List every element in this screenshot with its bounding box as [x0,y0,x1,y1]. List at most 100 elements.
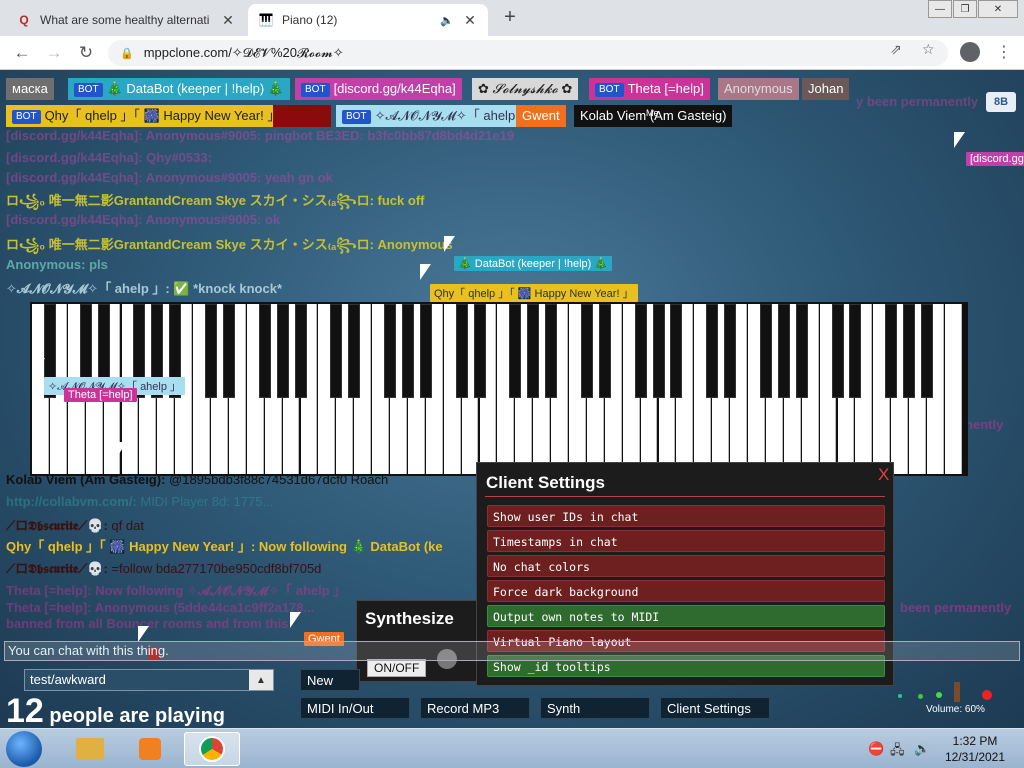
bot-badge: BOT [74,82,103,97]
chat-message: ⟋ロ𝕯𝖇𝖘𝖈𝖚𝖗𝖎𝖙𝖊⟋💀: qf dat [6,518,144,533]
user-chip[interactable]: Anonymous [718,78,799,100]
clock[interactable]: 1:32 PM 12/31/2021 [940,733,1010,765]
piano-black-key[interactable] [258,304,271,398]
piano-black-key[interactable] [276,304,289,398]
user-chip[interactable] [273,105,331,127]
cursor-tag: Qhy「 qhelp 」「 🎆 Happy New Year! 」 [430,284,638,302]
piano-black-key[interactable] [670,304,683,398]
chat-message: Theta [=help]: Now following ✧𝓐𝓝𝓞𝓝𝓨𝓜✧「 a… [6,583,347,598]
record-mp3-button[interactable]: Record MP3 [420,697,530,719]
menu-kebab-icon[interactable]: ⋮ [996,42,1012,62]
setting-timestamps[interactable]: Timestamps in chat [487,530,885,552]
piano-black-key[interactable] [222,304,235,398]
piano-black-key[interactable] [384,304,396,398]
close-window-button[interactable]: ✕ [978,0,1018,18]
back-button[interactable]: ← [10,42,34,64]
client-settings-button[interactable]: Client Settings [660,697,770,719]
piano-black-key[interactable] [205,304,217,398]
user-chip[interactable]: BOT 🎄 DataBot (keeper | !help) 🎄 [68,78,290,100]
tab-piano[interactable]: 🎹 Piano (12) 🔈 ✕ [248,4,488,36]
media-player-icon[interactable] [122,732,178,766]
volume-slider[interactable] [954,682,960,702]
tab-title: Piano (12) [282,13,338,27]
user-chip[interactable]: BOT ✧𝓐𝓝𝓞𝓝𝓨𝓜✧「 ahelp 」 [336,105,538,127]
new-tab-button[interactable]: + [498,6,522,29]
maximize-button[interactable]: ❐ [953,0,977,18]
piano-black-key[interactable] [849,304,862,398]
piano-black-key[interactable] [509,304,522,398]
piano-black-key[interactable] [473,304,486,398]
piano-black-key[interactable] [777,304,790,398]
reload-button[interactable]: ↻ [74,42,98,64]
piano-white-key[interactable] [944,304,962,474]
setting-no-chat-colors[interactable]: No chat colors [487,555,885,577]
piano-black-key[interactable] [348,304,361,398]
minimize-button[interactable]: — [928,0,952,18]
volume-icon[interactable]: 🔊 [914,741,930,757]
lock-icon: 🔒 [120,47,134,60]
share-icon[interactable]: ⇗ [890,41,902,58]
start-button[interactable] [6,731,42,767]
setting-force-dark[interactable]: Force dark background [487,580,885,602]
status-led [898,694,902,698]
status-led [982,690,992,700]
speaker-icon[interactable]: 🔈 [440,14,454,27]
piano-black-key[interactable] [455,304,468,398]
piano-black-key[interactable] [294,304,307,398]
setting-show-user-ids[interactable]: Show user IDs in chat [487,505,885,527]
user-chip[interactable]: ✿ 𝓢𝓸𝓵𝓷𝔂𝓼𝓱𝓴𝓸 ✿ [472,78,579,100]
piano-black-key[interactable] [545,304,558,398]
synth-button[interactable]: Synth [540,697,650,719]
settings-close-button[interactable]: X [878,465,889,485]
piano-black-key[interactable] [759,304,772,398]
piano-black-key[interactable] [831,304,844,398]
new-room-button[interactable]: New Room... [300,669,360,691]
room-select[interactable]: test/awkward ▲ [24,669,274,691]
chat-message: Anonymous: pls [6,257,108,272]
piano-black-key[interactable] [634,304,647,398]
tab-quora[interactable]: Q What are some healthy alternati ✕ [6,4,246,36]
explorer-icon[interactable] [62,732,118,766]
address-bar[interactable]: 🔒 mppclone.com/✧𝓓𝓔𝓥%20𝓡𝓸𝓸𝓶✧ [108,40,948,66]
chrome-icon[interactable] [184,732,240,766]
midi-button[interactable]: MIDI In/Out [300,697,410,719]
piano-black-key[interactable] [598,304,611,398]
user-chip[interactable]: BOT [discord.gg/k44Eqha] [295,78,462,100]
piano-black-key[interactable] [652,304,665,398]
piano-black-key[interactable] [903,304,916,398]
me-label: Me [646,108,659,118]
piano-black-key[interactable] [330,304,343,398]
tray-icon[interactable]: 🖧 [890,741,905,763]
user-chip[interactable]: Johan [802,78,850,100]
bot-badge: BOT [12,109,41,124]
user-chip[interactable]: BOT Qhy「 qhelp 」「 🎆 Happy New Year! 」 [6,105,287,127]
user-chip[interactable]: маска [6,78,54,100]
piano-black-key[interactable] [580,304,593,398]
setting-output-midi[interactable]: Output own notes to MIDI [487,605,885,627]
chat-message: ⟋ロ𝕯𝖇𝖘𝖈𝖚𝖗𝖎𝖙𝖊⟋💀: =follow bda277170be950cdf… [6,561,322,576]
profile-avatar[interactable] [960,42,980,62]
piano-black-key[interactable] [921,304,933,398]
url-text: mppclone.com/✧𝓓𝓔𝓥%20𝓡𝓸𝓸𝓶✧ [143,45,344,60]
close-icon[interactable]: ✕ [462,12,478,29]
piano-black-key[interactable] [527,304,540,398]
right-fragment: been permanently [900,600,1012,615]
piano-black-key[interactable] [885,304,898,398]
close-icon[interactable]: ✕ [220,12,236,29]
chat-input[interactable]: You can chat with this thing. [4,641,1020,661]
chat-message: Qhy「 qhelp 」「 🎆 Happy New Year! 」: Now f… [6,539,443,554]
forward-button[interactable]: → [42,42,66,64]
piano-black-key[interactable] [724,304,737,398]
piano-black-key[interactable] [795,304,808,398]
bookmark-star-icon[interactable]: ☆ [922,41,935,58]
bot-badge: BOT [342,109,371,124]
piano-black-key[interactable] [419,304,432,398]
user-chip[interactable]: Gwent [516,105,566,127]
synth-onoff-button[interactable]: ON/OFF [367,659,427,677]
network-icon[interactable]: ⛔ [868,741,884,757]
caret-up-icon[interactable]: ▲ [249,670,273,690]
user-chip[interactable]: BOT Theta [=help] [589,78,710,100]
user-id-badge[interactable]: 8B [986,92,1016,112]
piano-black-key[interactable] [706,304,719,398]
piano-black-key[interactable] [401,304,414,398]
